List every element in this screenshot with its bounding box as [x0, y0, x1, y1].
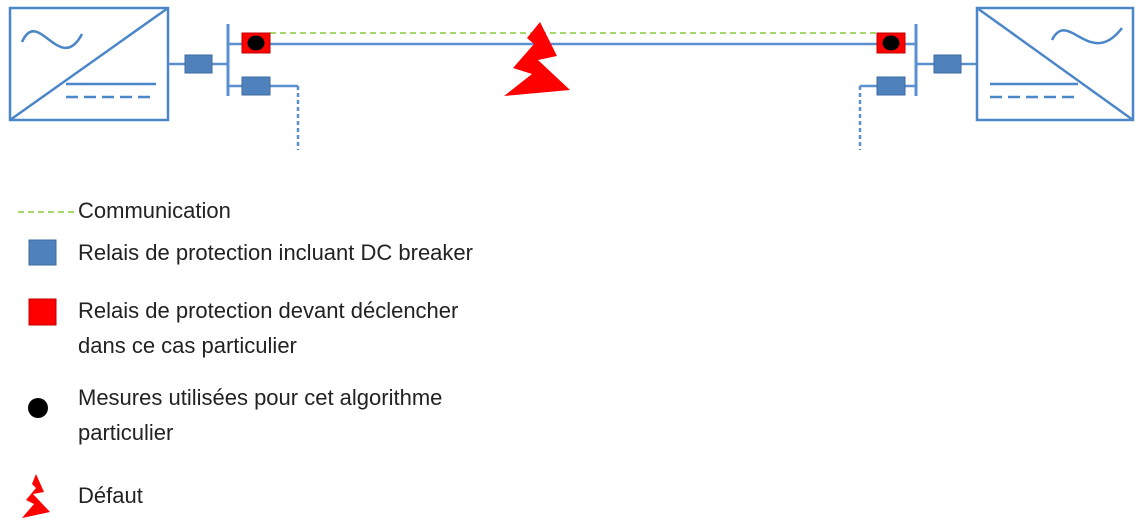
legend-relay-trip-label-line1: Relais de protection devant déclencher	[78, 298, 459, 323]
legend-measures-label-line2: particulier	[78, 420, 174, 445]
right-feeder-relay	[876, 76, 906, 96]
legend-measures-label-line1: Mesures utilisées pour cet algorithme	[78, 385, 443, 410]
left-converter-relay	[184, 54, 213, 74]
left-feeder-relay	[241, 76, 271, 96]
legend-fault-label: Défaut	[78, 483, 143, 508]
legend-communication-label: Communication	[78, 198, 231, 223]
right-converter-icon	[975, 6, 1135, 122]
legend-relay-blue-symbol	[28, 239, 57, 266]
legend-relay-trip-label-line2: dans ce cas particulier	[78, 333, 297, 358]
left-converter-icon	[8, 6, 170, 122]
legend-relay-dc-breaker-label: Relais de protection incluant DC breaker	[78, 240, 473, 265]
right-measure-dot-icon	[882, 35, 900, 51]
left-measure-dot-icon	[247, 35, 265, 51]
legend-fault-lightning-icon	[22, 474, 50, 518]
legend-measure-dot-icon	[28, 398, 48, 418]
legend-relay-red-symbol	[28, 298, 57, 326]
right-converter-relay	[933, 54, 962, 74]
